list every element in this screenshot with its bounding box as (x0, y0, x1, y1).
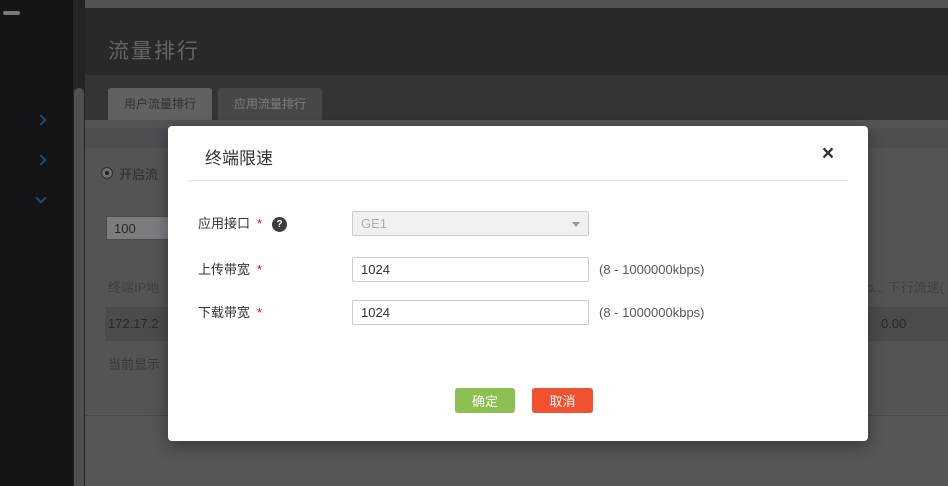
app-root: 流量排行 用户流量排行 应用流量排行 开启流 终端IP地 b... 下行流速( … (0, 0, 948, 486)
interface-select-wrap: GE1 (352, 211, 589, 236)
field-row-interface: 应用接口 *? GE1 (168, 211, 868, 236)
rate-limit-dialog: 终端限速 × 应用接口 *? GE1 上传带宽 * (8 - 1000000kbps… (168, 126, 868, 441)
dialog-divider (188, 180, 848, 181)
upload-label: 上传带宽 (198, 262, 251, 277)
download-input-wrap (352, 300, 589, 325)
ok-button[interactable]: 确定 (455, 388, 515, 413)
download-label: 下载带宽 (198, 305, 251, 320)
field-row-download: 下载带宽 * (8 - 1000000kbps) (168, 300, 868, 325)
interface-label: 应用接口 (198, 216, 251, 231)
download-bandwidth-input[interactable] (352, 300, 589, 325)
close-icon[interactable]: × (812, 138, 844, 170)
upload-bandwidth-input[interactable] (352, 257, 589, 282)
field-label: 下载带宽 * (198, 300, 262, 325)
field-row-upload: 上传带宽 * (8 - 1000000kbps) (168, 257, 868, 282)
required-asterisk: * (257, 216, 263, 231)
dialog-title: 终端限速 (205, 149, 273, 168)
download-range-hint: (8 - 1000000kbps) (599, 305, 705, 320)
cancel-button[interactable]: 取消 (532, 388, 593, 413)
required-asterisk: * (257, 305, 263, 320)
select-value: GE1 (361, 216, 388, 231)
upload-range-hint: (8 - 1000000kbps) (599, 262, 705, 277)
required-asterisk: * (257, 262, 263, 277)
chevron-down-icon (572, 222, 580, 227)
upload-input-wrap (352, 257, 589, 282)
field-label: 应用接口 *? (198, 211, 288, 236)
field-label: 上传带宽 * (198, 257, 262, 282)
interface-select[interactable]: GE1 (352, 211, 589, 236)
help-icon[interactable]: ? (272, 217, 288, 232)
